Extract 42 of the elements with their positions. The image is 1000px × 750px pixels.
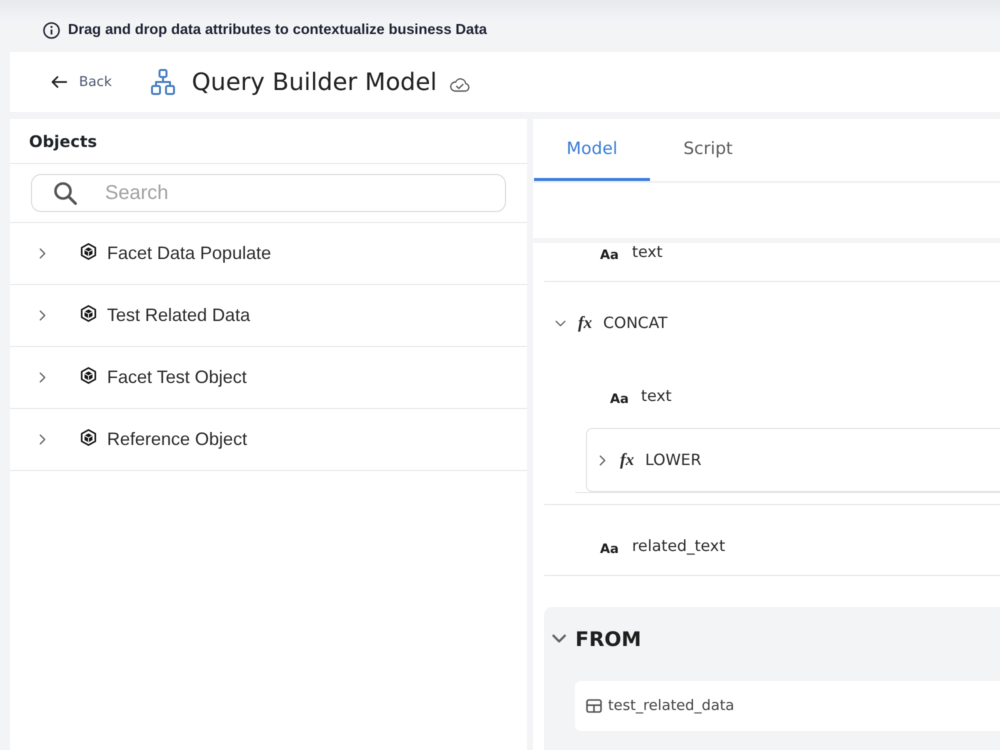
field-name: text — [632, 243, 663, 261]
chevron-icon[interactable] — [38, 248, 46, 259]
cube-icon — [80, 367, 97, 384]
table-name: test_related_data — [608, 698, 734, 714]
back-arrow-icon — [51, 76, 67, 88]
cube-icon — [80, 243, 97, 260]
text-type-label: Aa — [600, 248, 618, 263]
tab[interactable]: Model — [534, 119, 650, 181]
text-type-label: Aa — [610, 392, 628, 407]
cloud-check-icon — [448, 76, 470, 92]
text-type-label: Aa — [600, 542, 618, 557]
function-card[interactable]: fx LOWER — [586, 428, 1000, 492]
notice-text: Drag and drop data attributes to contextualize business Data — [68, 22, 487, 38]
page-title: Query Builder Model — [192, 68, 437, 96]
chevron-icon[interactable] — [38, 434, 46, 445]
table-card[interactable]: test_related_data — [575, 681, 1000, 731]
table-icon — [586, 699, 602, 713]
cube-icon — [80, 305, 97, 322]
chevron-icon[interactable] — [554, 320, 566, 326]
chevron-icon[interactable] — [38, 372, 46, 383]
object-row[interactable]: Test Related Data — [10, 285, 527, 347]
function-symbol: fx — [578, 313, 592, 333]
chevron-icon[interactable] — [552, 634, 566, 644]
field-name: related_text — [632, 537, 726, 555]
field-name: text — [641, 387, 672, 405]
chevron-icon[interactable] — [38, 310, 46, 321]
object-row[interactable]: Reference Object — [10, 409, 527, 471]
search-icon — [53, 181, 77, 205]
tab[interactable]: Script — [650, 119, 766, 181]
panel-title: Objects — [10, 119, 527, 164]
hierarchy-icon — [150, 69, 175, 95]
cube-icon — [80, 429, 97, 446]
function-name: CONCAT — [603, 314, 668, 332]
object-row[interactable]: Facet Test Object — [10, 347, 527, 409]
object-row[interactable]: Facet Data Populate — [10, 223, 527, 285]
section-title: FROM — [575, 627, 642, 651]
search-field[interactable]: Search — [31, 174, 506, 212]
info-icon — [43, 22, 60, 38]
function-symbol: fx — [620, 450, 634, 470]
function-name: LOWER — [645, 451, 702, 469]
chevron-icon[interactable] — [598, 454, 606, 466]
back-button[interactable]: Back — [51, 70, 112, 94]
